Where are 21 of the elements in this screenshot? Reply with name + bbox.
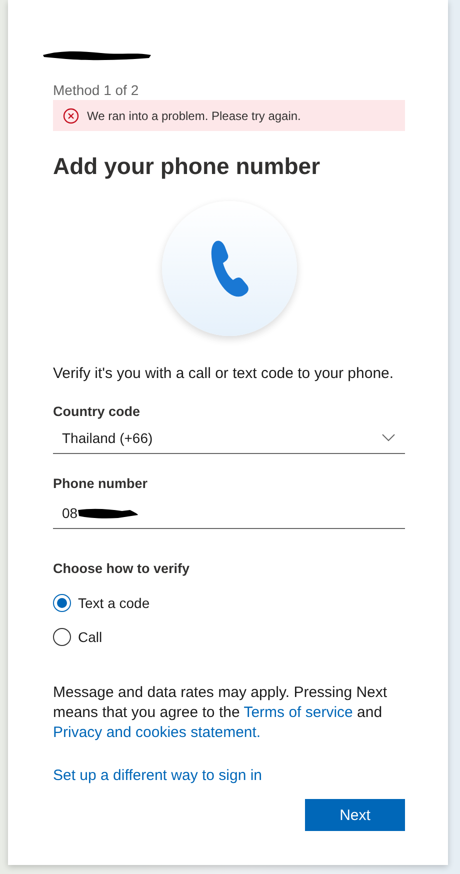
country-code-label: Country code (53, 404, 142, 419)
page-title: Add your phone number (53, 153, 322, 180)
radio-button[interactable] (53, 628, 71, 646)
method-step-label: Method 1 of 2 (53, 82, 140, 98)
radio-button[interactable] (53, 594, 71, 612)
alternate-sign-in-link[interactable]: Set up a different way to sign in (53, 767, 262, 784)
phone-icon (209, 240, 249, 298)
chevron-down-icon (382, 434, 395, 442)
country-code-dropdown[interactable]: Thailand (+66) (53, 423, 405, 454)
error-message: We ran into a problem. Please try again. (87, 108, 301, 122)
radio-label[interactable]: Call (78, 629, 102, 645)
next-button[interactable]: Next (305, 799, 405, 831)
phone-number-label: Phone number (53, 476, 149, 491)
terms-link[interactable]: Privacy and cookies statement. (53, 724, 261, 741)
description-text: Verify it's you with a call or text code to your phone. (53, 365, 395, 382)
radio-label[interactable]: Text a code (78, 595, 150, 611)
error-icon (63, 108, 79, 124)
terms-link[interactable]: Terms of service (244, 704, 353, 721)
phone-number-field[interactable]: 08 (53, 497, 405, 529)
verify-method-label: Choose how to verify (53, 561, 191, 576)
notice-text: Message and data rates may apply. Pressing Next means that you agree to the Terms of service and Privacy and cookies statement. (53, 683, 388, 743)
